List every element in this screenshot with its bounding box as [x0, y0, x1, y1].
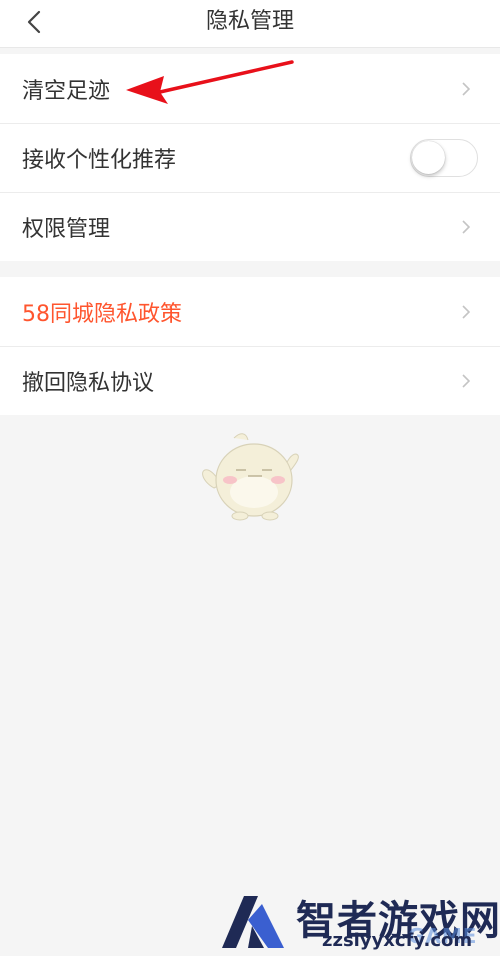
chevron-right-icon [462, 81, 470, 96]
page-title: 隐私管理 [205, 9, 294, 34]
chevron-right-icon [462, 304, 470, 319]
settings-group-privacy: 清空足迹 接收个性化推荐 权限管理 [0, 54, 500, 261]
row-clear-footprints[interactable]: 清空足迹 [0, 54, 500, 123]
row-label: 58同城隐私政策 [22, 301, 182, 327]
watermark-logo-icon [222, 896, 284, 948]
row-privacy-policy[interactable]: 58同城隐私政策 [0, 277, 500, 346]
chevron-right-icon [462, 220, 470, 234]
watermark-domain: zzslyyxcfy.com [322, 930, 473, 951]
row-permission-management[interactable]: 权限管理 [0, 192, 500, 261]
top-nav-bar: 隐私管理 [0, 0, 500, 48]
chevron-right-icon [462, 374, 470, 388]
mascot-illustration [202, 433, 299, 521]
toggle-knob [412, 141, 445, 174]
watermark: 智者游戏网 GAME zzslyyxcfy.com [218, 886, 500, 956]
personalized-recommendations-toggle[interactable] [410, 139, 478, 177]
row-revoke-privacy-agreement[interactable]: 撤回隐私协议 [0, 346, 500, 415]
settings-group-policy: 58同城隐私政策 撤回隐私协议 [0, 277, 500, 415]
row-label: 撤回隐私协议 [22, 371, 155, 396]
row-label: 接收个性化推荐 [22, 148, 177, 173]
row-personalized-recommendations: 接收个性化推荐 [0, 123, 500, 192]
row-label: 清空足迹 [22, 78, 111, 104]
row-label: 权限管理 [22, 217, 111, 242]
